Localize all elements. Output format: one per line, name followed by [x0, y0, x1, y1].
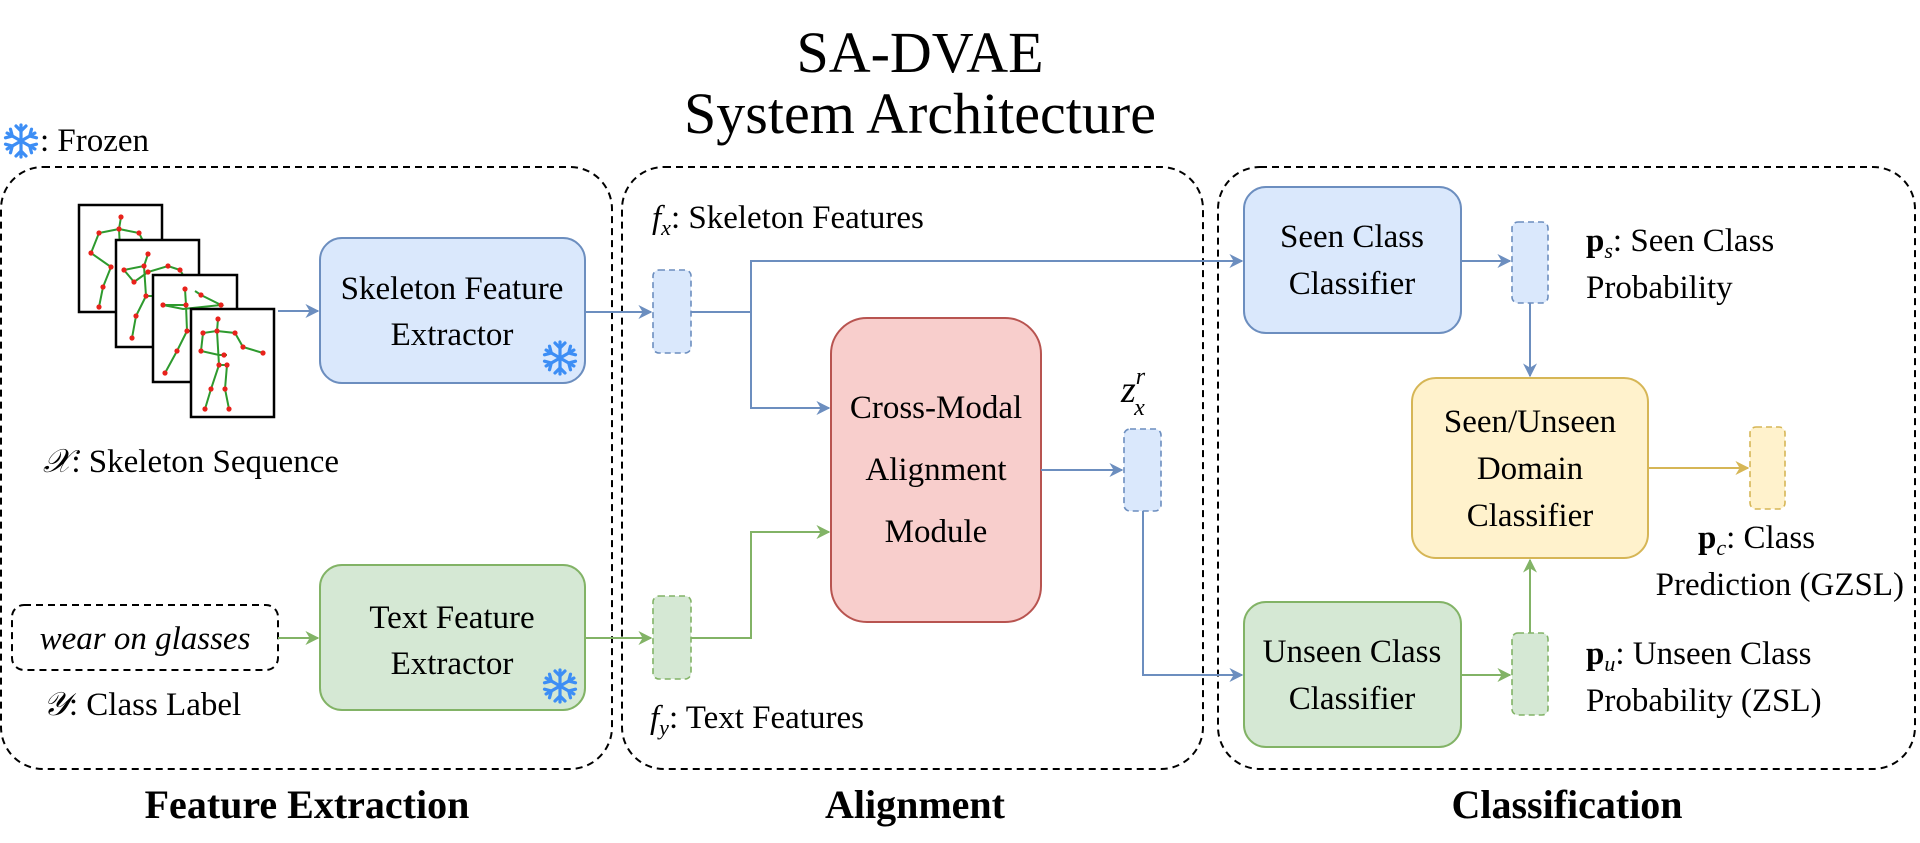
- class-label-input: wear on glasses: [11, 604, 279, 671]
- class-prediction-token: [1749, 426, 1786, 510]
- section-label-feature-extraction: Feature Extraction: [145, 782, 470, 827]
- frozen-legend-label: : Frozen: [40, 123, 149, 159]
- svg-text:Alignment: Alignment: [865, 452, 1006, 488]
- svg-text:Skeleton Feature: Skeleton Feature: [341, 271, 564, 307]
- skeleton-feature-extractor[interactable]: Skeleton Feature Extractor: [319, 237, 586, 384]
- snowflake-icon: [3, 123, 39, 159]
- svg-text:Classifier: Classifier: [1289, 266, 1415, 302]
- skeleton-sequence-frames: [77, 203, 276, 419]
- svg-text:Text Feature: Text Feature: [369, 600, 534, 636]
- architecture-diagram: SA-DVAE System Architecture : Frozen Fea…: [0, 20, 1916, 827]
- svg-text:Extractor: Extractor: [391, 646, 514, 682]
- seen-probability-label-line2: Probability: [1586, 270, 1733, 306]
- svg-text:Unseen Class: Unseen Class: [1263, 634, 1442, 670]
- svg-text:Cross-Modal: Cross-Modal: [850, 390, 1022, 426]
- seen-probability-token: [1511, 221, 1549, 304]
- seen-probability-label: ps: Seen Class: [1586, 223, 1774, 263]
- svg-text:Domain: Domain: [1477, 451, 1583, 487]
- skeleton-features-label: fx: Skeleton Features: [652, 200, 924, 240]
- class-prediction-label-line2: Prediction (GZSL): [1656, 567, 1904, 603]
- class-prediction-label: pc: Class: [1698, 520, 1815, 560]
- frozen-legend: : Frozen: [3, 123, 149, 159]
- unseen-probability-label-line2: Probability (ZSL): [1586, 683, 1822, 719]
- edge-fy-to-alignment-module: [691, 525, 831, 639]
- skeleton-features-token: [652, 269, 692, 354]
- text-feature-extractor[interactable]: Text Feature Extractor: [319, 564, 586, 711]
- skeleton-frame: [189, 307, 276, 419]
- unseen-probability-label: pu: Unseen Class: [1586, 636, 1812, 676]
- skeleton-sequence-label: 𝒳: Skeleton Sequence: [43, 444, 339, 480]
- edge-fx-to-seen-classifier: [691, 254, 1244, 313]
- section-label-alignment: Alignment: [825, 782, 1006, 827]
- svg-text:Classifier: Classifier: [1289, 681, 1415, 717]
- seen-class-classifier[interactable]: Seen Class Classifier: [1243, 186, 1462, 334]
- svg-text:Classifier: Classifier: [1467, 498, 1593, 534]
- seen-unseen-domain-classifier[interactable]: Seen/Unseen Domain Classifier: [1411, 377, 1649, 559]
- unseen-class-classifier[interactable]: Unseen Class Classifier: [1243, 601, 1462, 748]
- unseen-probability-token: [1511, 632, 1549, 716]
- diagram-title-line1: SA-DVAE: [796, 20, 1043, 85]
- svg-text:Seen Class: Seen Class: [1280, 219, 1424, 255]
- class-label-value: wear on glasses: [40, 621, 251, 657]
- z-latent-label: zr x: [1120, 364, 1146, 421]
- z-latent-token: [1123, 428, 1162, 512]
- section-label-classification: Classification: [1451, 782, 1682, 827]
- svg-text:Extractor: Extractor: [391, 317, 514, 353]
- class-label-caption: 𝒴: Class Label: [43, 687, 241, 723]
- svg-text:Module: Module: [885, 514, 988, 550]
- cross-modal-alignment-module[interactable]: Cross-Modal Alignment Module: [830, 317, 1042, 623]
- svg-text:Seen/Unseen: Seen/Unseen: [1444, 404, 1616, 440]
- edge-fx-to-alignment-module: [750, 312, 831, 415]
- edge-z-to-unseen-classifier: [1142, 511, 1244, 682]
- text-features-label: fy: Text Features: [650, 700, 864, 740]
- text-features-token: [652, 595, 692, 680]
- diagram-title-line2: System Architecture: [684, 81, 1156, 146]
